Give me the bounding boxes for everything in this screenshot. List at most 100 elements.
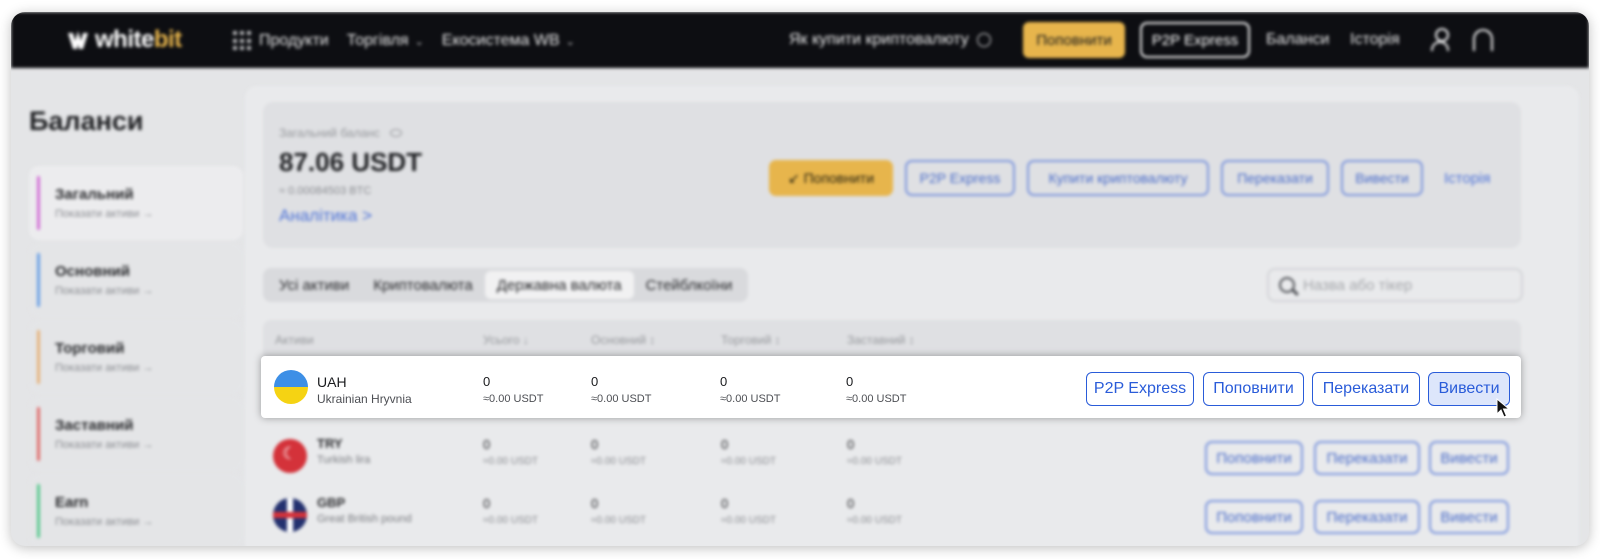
apps-grid-icon bbox=[233, 31, 253, 51]
asset-name: Ukrainian Hryvnia bbox=[317, 392, 412, 406]
total-usdt: ≈0.00 USDT bbox=[483, 393, 544, 405]
tab-all-assets[interactable]: Усі активи bbox=[267, 271, 361, 299]
main-panel: Загальний баланс 87.06 USDT ≈ 0.00084503… bbox=[245, 86, 1579, 546]
main-usdt: ≈0.00 USDT bbox=[591, 456, 646, 467]
sidebar-item-trade[interactable]: Торговий Показати активи → bbox=[29, 320, 243, 394]
history-link[interactable]: Історія bbox=[1444, 170, 1491, 187]
tab-stablecoins[interactable]: Стейблкоїни bbox=[634, 271, 745, 299]
main-usdt: ≈0.00 USDT bbox=[591, 515, 646, 526]
nav-products[interactable]: Продукти bbox=[233, 31, 329, 51]
top-nav: white bit Продукти Торгівля ⌄ Екосистема … bbox=[11, 12, 1589, 68]
collateral-value: 0 bbox=[847, 437, 855, 452]
asset-code: UAH bbox=[317, 374, 347, 390]
deposit-button[interactable]: ↙ Поповнити bbox=[769, 160, 893, 196]
turkey-flag-icon bbox=[273, 439, 307, 473]
collateral-usdt: ≈0.00 USDT bbox=[847, 456, 902, 467]
nav-deposit-button[interactable]: Поповнити bbox=[1023, 22, 1125, 58]
deposit-button[interactable]: Поповнити bbox=[1205, 500, 1303, 534]
col-assets: Активи bbox=[275, 333, 314, 347]
sidebar-item-label: Заставний bbox=[55, 417, 134, 434]
transfer-button[interactable]: Переказати bbox=[1221, 160, 1329, 196]
asset-filter-tabs: Усі активи Криптовалюта Державна валюта … bbox=[263, 268, 749, 302]
main-value: 0 bbox=[591, 496, 599, 511]
col-collateral[interactable]: Заставний ↕ bbox=[847, 333, 915, 347]
deposit-button[interactable]: Поповнити bbox=[1205, 441, 1303, 475]
clock-icon bbox=[976, 33, 991, 47]
trade-usdt: ≈0.00 USDT bbox=[720, 393, 781, 405]
collateral-value: 0 bbox=[846, 374, 854, 389]
sidebar-item-label: Торговий bbox=[55, 340, 125, 357]
analytics-link[interactable]: Аналітика > bbox=[279, 206, 372, 226]
trade-value: 0 bbox=[721, 437, 729, 452]
show-assets-link[interactable]: Показати активи → bbox=[55, 285, 154, 297]
p2p-express-button[interactable]: P2P Express bbox=[1086, 372, 1194, 406]
nav-balances-link[interactable]: Баланси bbox=[1266, 31, 1329, 49]
nav-history-link[interactable]: Історія bbox=[1350, 31, 1400, 49]
nav-trading[interactable]: Торгівля ⌄ bbox=[347, 32, 424, 50]
search-input[interactable]: Назва або тікер bbox=[1267, 268, 1523, 302]
asset-code: GBP bbox=[317, 495, 346, 510]
support-icon[interactable] bbox=[1473, 29, 1493, 51]
total-balance-value: 87.06 USDT bbox=[279, 147, 423, 177]
logo[interactable]: white bit bbox=[65, 26, 182, 54]
main-usdt: ≈0.00 USDT bbox=[591, 393, 652, 405]
transfer-button[interactable]: Переказати bbox=[1314, 500, 1420, 534]
search-icon bbox=[1279, 277, 1295, 293]
col-trade[interactable]: Торговий ↕ bbox=[721, 333, 781, 347]
nav-ecosystem-label: Екосистема WB bbox=[441, 32, 560, 49]
ukraine-flag-icon bbox=[274, 370, 308, 404]
asset-name: Turkish lira bbox=[317, 454, 371, 466]
buy-crypto-button[interactable]: Купити криптовалюту bbox=[1027, 160, 1209, 196]
color-marker bbox=[37, 484, 40, 538]
how-to-buy-label: Як купити криптовалюту bbox=[789, 31, 969, 48]
eye-icon[interactable] bbox=[389, 129, 402, 137]
table-row: GBP Great British pound 0 ≈0.00 USDT 0 ≈… bbox=[261, 485, 1523, 545]
show-assets-link[interactable]: Показати активи → bbox=[55, 362, 154, 374]
mouse-cursor-icon bbox=[1496, 398, 1511, 418]
table-header: Активи Усього ↓ Основний ↕ Торговий ↕ За… bbox=[263, 320, 1521, 358]
main-value: 0 bbox=[591, 437, 599, 452]
table-row: TRY Turkish lira 0 ≈0.00 USDT 0 ≈0.00 US… bbox=[261, 426, 1523, 486]
total-value: 0 bbox=[483, 496, 491, 511]
search-placeholder: Назва або тікер bbox=[1303, 276, 1413, 294]
total-value: 0 bbox=[483, 437, 491, 452]
uk-flag-icon bbox=[273, 498, 307, 532]
table-row-uah-highlighted: UAH Ukrainian Hryvnia 0 ≈0.00 USDT 0 ≈0.… bbox=[261, 356, 1521, 418]
sidebar-item-label: Earn bbox=[55, 494, 89, 511]
color-marker bbox=[37, 407, 40, 461]
show-assets-link[interactable]: Показати активи → bbox=[55, 208, 154, 220]
total-value: 0 bbox=[483, 374, 491, 389]
nav-p2p-button[interactable]: P2P Express bbox=[1140, 22, 1250, 58]
transfer-button[interactable]: Переказати bbox=[1314, 441, 1420, 475]
how-to-buy-link[interactable]: Як купити криптовалюту bbox=[789, 31, 991, 49]
show-assets-link[interactable]: Показати активи → bbox=[55, 439, 154, 451]
tab-crypto[interactable]: Криптовалюта bbox=[361, 271, 485, 299]
sidebar-item-earn[interactable]: Earn Показати активи → bbox=[29, 474, 243, 546]
col-main[interactable]: Основний ↕ bbox=[591, 333, 655, 347]
nav-ecosystem[interactable]: Екосистема WB ⌄ bbox=[442, 32, 575, 50]
sidebar-item-general[interactable]: Загальний Показати активи → bbox=[29, 166, 243, 240]
show-assets-link[interactable]: Показати активи → bbox=[55, 516, 154, 528]
tab-fiat[interactable]: Державна валюта bbox=[484, 271, 634, 299]
user-icon[interactable] bbox=[1431, 28, 1449, 52]
withdraw-button[interactable]: Вивести bbox=[1429, 500, 1509, 534]
trade-usdt: ≈0.00 USDT bbox=[721, 515, 776, 526]
blurred-background: white bit Продукти Торгівля ⌄ Екосистема … bbox=[11, 12, 1589, 546]
transfer-button[interactable]: Переказати bbox=[1312, 372, 1420, 406]
color-marker bbox=[37, 253, 40, 307]
asset-name: Great British pound bbox=[317, 513, 412, 525]
col-total[interactable]: Усього ↓ bbox=[483, 333, 529, 347]
trade-value: 0 bbox=[720, 374, 728, 389]
total-usdt: ≈0.00 USDT bbox=[483, 456, 538, 467]
balance-card: Загальний баланс 87.06 USDT ≈ 0.00084503… bbox=[263, 102, 1521, 248]
nav-products-label: Продукти bbox=[259, 32, 329, 49]
trade-value: 0 bbox=[721, 496, 729, 511]
withdraw-button[interactable]: Вивести bbox=[1429, 441, 1509, 475]
withdraw-button[interactable]: Вивести bbox=[1341, 160, 1423, 196]
deposit-button[interactable]: Поповнити bbox=[1203, 372, 1304, 406]
collateral-usdt: ≈0.00 USDT bbox=[846, 393, 907, 405]
p2p-express-button[interactable]: P2P Express bbox=[905, 160, 1015, 196]
total-usdt: ≈0.00 USDT bbox=[483, 515, 538, 526]
sidebar-item-collateral[interactable]: Заставний Показати активи → bbox=[29, 397, 243, 471]
sidebar-item-main[interactable]: Основний Показати активи → bbox=[29, 243, 243, 317]
